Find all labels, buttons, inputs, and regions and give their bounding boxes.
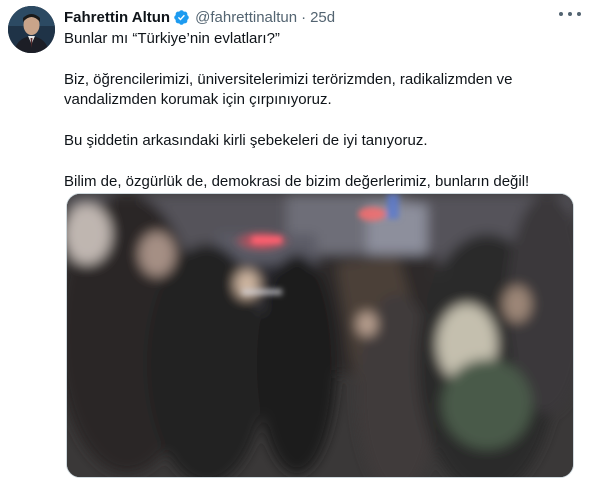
avatar-image <box>8 6 55 53</box>
tweet-body: Fahrettin Altun @fahrettinaltun · 25d Bu… <box>64 6 576 192</box>
tweet-header: Fahrettin Altun @fahrettinaltun · 25d <box>64 6 576 28</box>
tweet-paragraph: Biz, öğrencilerimizi, üniversitelerimizi… <box>64 71 513 108</box>
separator-dot: · <box>301 8 307 26</box>
author-name[interactable]: Fahrettin Altun <box>64 9 170 26</box>
more-options-icon[interactable] <box>559 8 581 20</box>
tweet-text: Bunlar mı “Türkiye’nin evlatları?” Biz, … <box>64 29 576 192</box>
tweet-video[interactable] <box>66 193 574 478</box>
author-handle[interactable]: @fahrettinaltun <box>195 9 297 26</box>
timestamp[interactable]: 25d <box>310 9 335 26</box>
avatar[interactable] <box>8 6 55 53</box>
tweet[interactable]: Fahrettin Altun @fahrettinaltun · 25d Bu… <box>0 0 593 483</box>
tweet-paragraph: Bilim de, özgürlük de, demokrasi de bizi… <box>64 173 530 190</box>
video-frame <box>67 194 573 477</box>
verified-badge-icon <box>174 9 189 25</box>
tweet-paragraph: Bunlar mı “Türkiye’nin evlatları?” <box>64 30 280 47</box>
tweet-paragraph: Bu şiddetin arkasındaki kirli şebekeleri… <box>64 132 428 149</box>
